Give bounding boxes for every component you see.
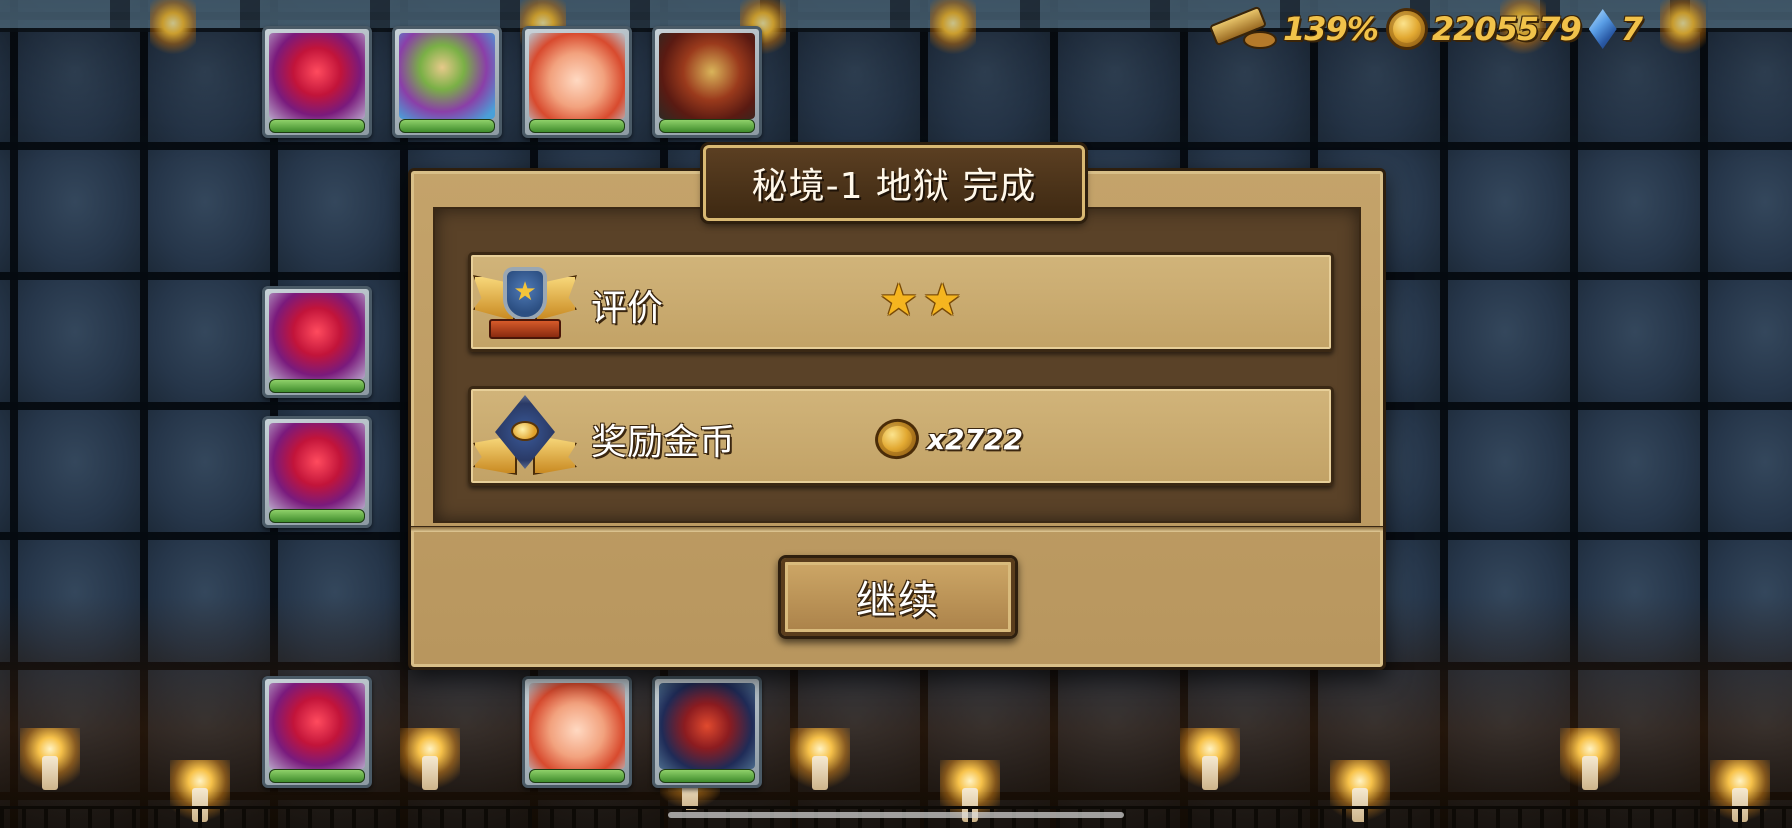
phoenix-icon	[269, 33, 365, 119]
phoenix-icon	[269, 423, 365, 509]
coin-icon	[871, 415, 923, 463]
unit-card-phoenix[interactable]	[262, 416, 372, 528]
unit-card-warrior[interactable]	[652, 26, 762, 138]
warrior-icon	[659, 33, 755, 119]
samurai-icon	[659, 683, 755, 769]
reward-label: 奖励金币	[591, 422, 736, 463]
candle-icon	[1180, 728, 1240, 798]
continue-label: 继续	[856, 578, 940, 624]
rating-stars: ★ ★	[879, 277, 962, 325]
gem-value: 7	[1620, 10, 1643, 48]
stage-complete-dialog: 秘境-1 地狱 完成 评价 ★★ 奖励金币 x2722 继续	[408, 145, 1386, 670]
speed-counter[interactable]: 139%	[1199, 7, 1379, 51]
reward-badge-icon	[473, 393, 577, 483]
gem-counter[interactable]: 7	[1588, 9, 1643, 49]
mage-icon	[399, 33, 495, 119]
star-icon: ★	[879, 275, 919, 326]
candle-icon	[400, 728, 460, 798]
unit-card-spirit[interactable]	[522, 676, 632, 788]
rating-row: 评价 ★★	[468, 252, 1334, 352]
resource-hud: 139% 2205579 7	[1199, 4, 1643, 54]
candle-icon	[20, 728, 80, 798]
coin-value: 2205579	[1431, 10, 1582, 48]
spirit-icon	[529, 683, 625, 769]
home-indicator[interactable]	[668, 812, 1124, 818]
reward-row: 奖励金币 x2722	[468, 386, 1334, 486]
unit-card-phoenix[interactable]	[262, 26, 372, 138]
spirit-icon	[529, 33, 625, 119]
dialog-title-plate: 秘境-1 地狱 完成	[703, 145, 1085, 221]
unit-card-phoenix[interactable]	[262, 676, 372, 788]
continue-button[interactable]: 继续	[778, 555, 1018, 639]
candle-icon	[790, 728, 850, 798]
coin-counter[interactable]: 2205579	[1385, 8, 1582, 50]
rating-badge-icon	[473, 263, 577, 347]
coin-icon	[1385, 8, 1428, 50]
dialog-divider	[411, 526, 1383, 532]
reward-value: x2722	[871, 415, 1023, 463]
unit-card-samurai[interactable]	[652, 676, 762, 788]
unit-card-spirit[interactable]	[522, 26, 632, 138]
speed-value: 139%	[1283, 10, 1379, 48]
star-icon: ★	[922, 275, 962, 326]
candle-icon	[1560, 728, 1620, 798]
reward-amount: x2722	[927, 422, 1023, 456]
phoenix-icon	[269, 683, 365, 769]
dialog-title: 秘境-1 地狱 完成	[751, 166, 1037, 207]
phoenix-icon	[269, 293, 365, 379]
unit-card-phoenix[interactable]	[262, 286, 372, 398]
rating-label: 评价	[591, 288, 664, 329]
gem-icon	[1588, 9, 1617, 49]
unit-card-mage[interactable]	[392, 26, 502, 138]
game-screen: 139% 2205579 7 秘境-1 地狱 完成 评价 ★★	[0, 0, 1792, 828]
spyglass-icon	[1199, 7, 1279, 51]
